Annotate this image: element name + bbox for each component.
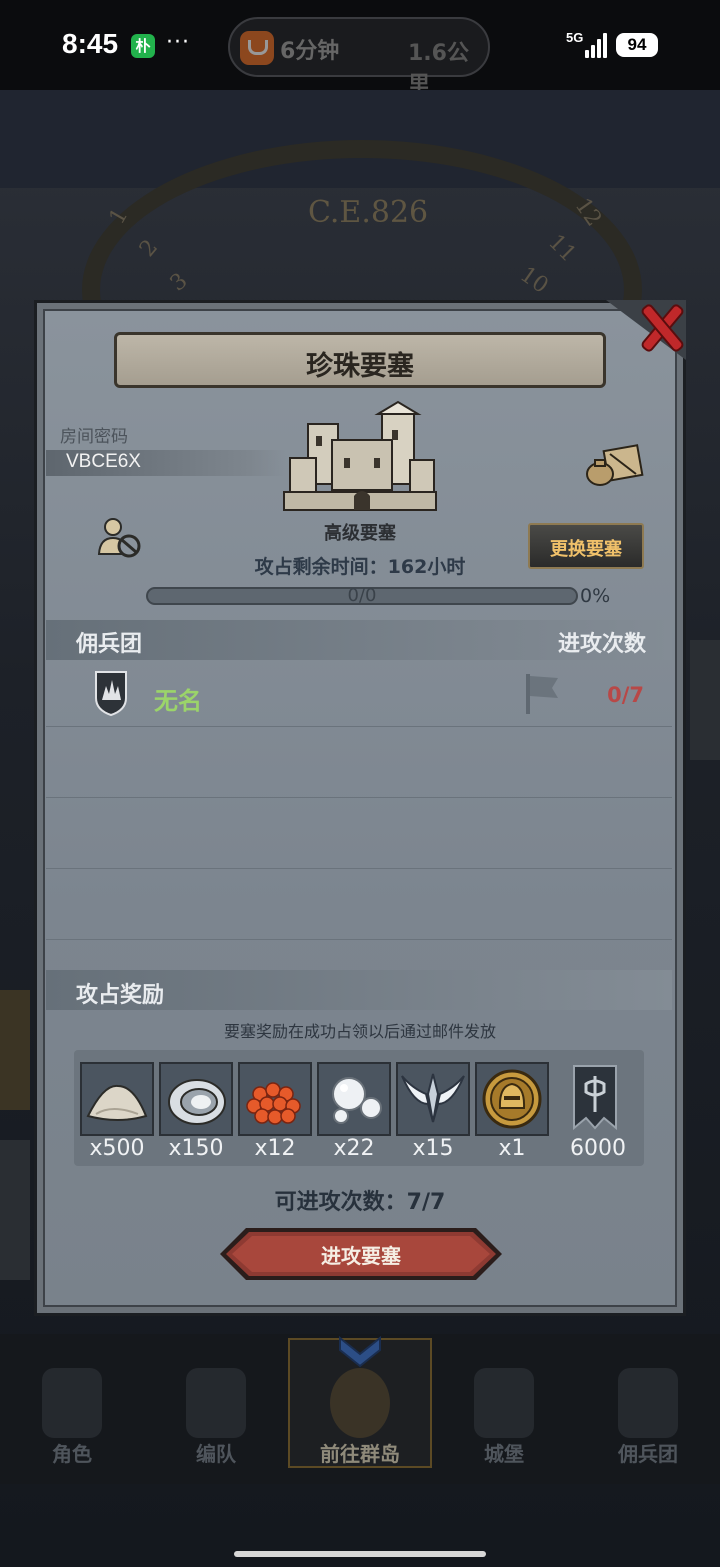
nav-item-role[interactable]: 角色 [0,1350,144,1470]
guild-shield-icon [95,671,127,716]
side-panel-right [690,640,720,760]
status-bar: 8:45 朴 ··· 6分钟 1.6公里 5G 94 [0,0,720,98]
reward-qty: x150 [168,1136,224,1161]
reward-header: 攻占奖励 [76,983,165,1008]
fortress-icon [283,400,437,511]
helmet-icon [186,1368,246,1438]
more-notifications-icon: ··· [166,30,190,55]
nav-label: 编队 [196,1442,236,1466]
room-password-label: 房间密码 [60,427,128,447]
row-divider [46,726,672,727]
side-quest-icon [0,990,30,1110]
nav-label: 城堡 [484,1442,524,1466]
reward-item[interactable] [80,1062,154,1136]
oyster-icon [168,1079,226,1125]
guild-name: 无名 [154,687,202,715]
row-divider [46,797,672,798]
sand-pile-icon [86,1084,148,1121]
reward-item[interactable] [238,1062,312,1136]
supplies-icon[interactable] [584,440,644,488]
room-code[interactable]: VBCE6X [66,451,141,473]
golden-helmet-coin-icon [482,1069,542,1129]
knight-icon [42,1368,102,1438]
nav-item-mercenary[interactable]: 佣兵团 [576,1350,720,1470]
reward-item[interactable] [560,1062,634,1136]
pearl-icon [332,1077,382,1124]
nav-label: 角色 [52,1442,92,1466]
nav-item-formation[interactable]: 编队 [144,1350,288,1470]
reward-qty: x12 [254,1136,296,1161]
dial-era: C.E.826 [308,195,429,230]
ride-app-icon [240,31,274,65]
row-divider [46,939,672,940]
reward-qty: x1 [498,1136,526,1161]
flag-icon [526,674,558,714]
attack-times-header: 进攻次数 [557,632,646,657]
dialog-title: 珍珠要塞 [306,351,414,382]
wing-emblem-icon [401,1073,465,1123]
reward-item[interactable] [396,1062,470,1136]
reward-item[interactable] [317,1062,391,1136]
reward-note: 要塞奖励在成功占领以后通过邮件发放 [223,1022,496,1041]
nav-item-islands[interactable]: 前往群岛 [288,1350,432,1470]
battery-icon: 94 [616,33,658,57]
nav-label: 佣兵团 [618,1442,678,1466]
nav-label: 前往群岛 [320,1442,400,1466]
app-notification-icon: 朴 [131,34,155,58]
clock: 8:45 [62,28,119,59]
dynamic-island[interactable]: 6分钟 1.6公里 [228,17,490,98]
signal-icon [585,32,607,58]
progress-percent: 0% [580,585,611,607]
castle-icon [474,1368,534,1438]
guild-row[interactable] [46,666,672,726]
reward-qty: 6000 [570,1136,626,1161]
globe-icon [330,1368,390,1438]
reward-qty: x15 [412,1136,454,1161]
row-divider [46,868,672,869]
progress-count: 0/0 [347,585,377,606]
reward-item[interactable] [475,1062,549,1136]
network-type: 5G [566,30,584,45]
banner-icon [573,1065,617,1131]
island-eta: 6分钟 [280,39,340,64]
guild-attack-count: 0/7 [607,683,644,707]
roe-icon [246,1082,301,1125]
mercenary-header: 佣兵团 [76,632,143,657]
nav-item-castle[interactable]: 城堡 [432,1350,576,1470]
attack-fortress-label: 进攻要塞 [321,1244,401,1268]
reward-item[interactable] [159,1062,233,1136]
reward-qty: x500 [89,1136,145,1161]
remaining-attacks: 可进攻次数：7/7 [274,1190,446,1215]
reward-qty: x22 [333,1136,375,1161]
time-remaining: 攻占剩余时间：162小时 [254,556,466,578]
home-indicator[interactable] [234,1551,486,1557]
mercenary-icon [618,1368,678,1438]
